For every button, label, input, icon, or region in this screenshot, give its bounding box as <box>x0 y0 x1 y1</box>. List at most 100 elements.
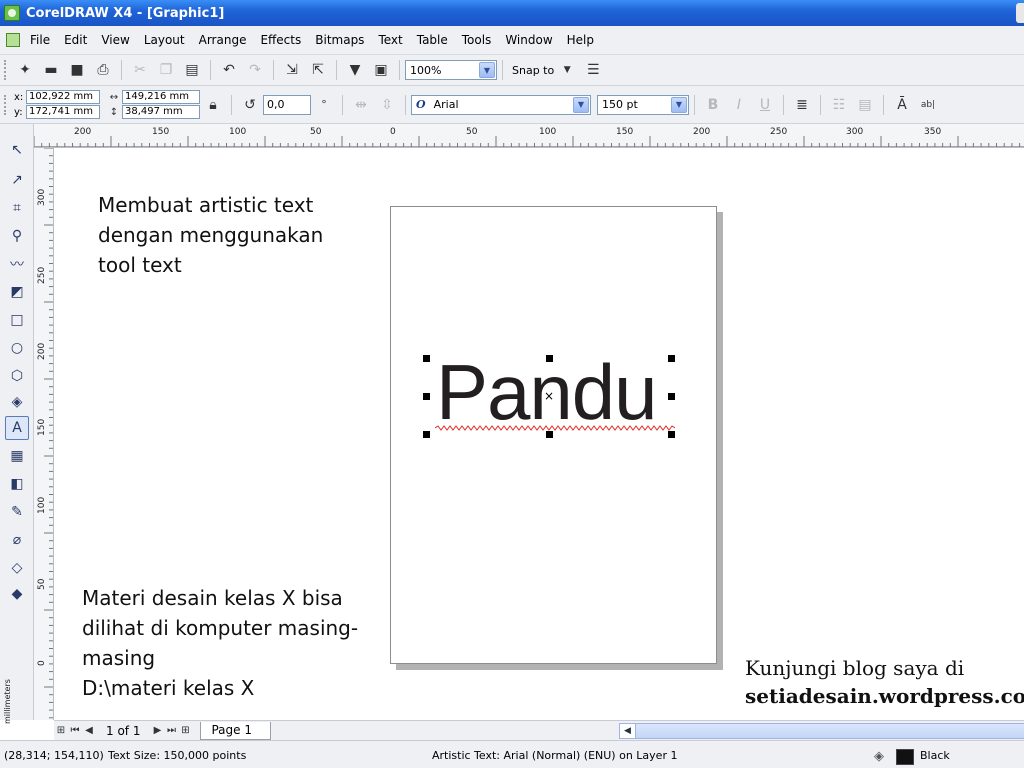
selection-handle-right[interactable] <box>668 393 675 400</box>
welcome-screen-icon[interactable]: ▣ <box>370 59 392 81</box>
materials-note-line: masing <box>82 646 156 670</box>
options-icon[interactable]: ☰ <box>582 59 604 81</box>
interactive-fill-tool-icon[interactable]: ◆ <box>5 582 29 606</box>
shape-tool-icon[interactable]: ↗ <box>5 168 29 192</box>
selection-handle-top-left[interactable] <box>423 355 430 362</box>
menu-effects[interactable]: Effects <box>260 33 301 47</box>
import-icon[interactable]: ⇲ <box>281 59 303 81</box>
zoom-level-combo[interactable]: 100% ▼ <box>405 60 497 80</box>
eyedropper-tool-icon[interactable]: ✎ <box>5 500 29 524</box>
ruler-top-label: 150 <box>152 127 170 137</box>
bullets-icon[interactable]: ☷ <box>828 94 850 116</box>
chevron-down-icon[interactable]: ▼ <box>479 62 495 78</box>
pick-tool-icon[interactable]: ↖ <box>5 138 29 162</box>
menu-view[interactable]: View <box>101 33 129 47</box>
rotation-icon[interactable]: ↺ <box>239 94 261 116</box>
selection-handle-left[interactable] <box>423 393 430 400</box>
menu-file[interactable]: File <box>30 33 50 47</box>
menu-text[interactable]: Text <box>378 33 402 47</box>
next-page-icon[interactable]: ▶ <box>150 725 164 736</box>
add-page-before-icon[interactable]: ⊞ <box>54 725 68 736</box>
smart-fill-tool-icon[interactable]: ◩ <box>5 280 29 304</box>
text-orientation-icon[interactable]: ab| <box>917 94 939 116</box>
chevron-down-icon[interactable]: ▼ <box>556 59 578 81</box>
rotation-angle-input[interactable]: 0,0 <box>263 94 311 115</box>
freehand-tool-icon[interactable]: 〰 <box>5 252 29 276</box>
fill-color-swatch[interactable] <box>896 749 914 765</box>
basic-shapes-tool-icon[interactable]: ◈ <box>5 390 29 414</box>
selection-handle-bottom-left[interactable] <box>423 431 430 438</box>
underline-icon[interactable]: U <box>754 94 776 116</box>
chevron-down-icon[interactable]: ▼ <box>573 96 589 113</box>
font-size-combo[interactable]: 150 pt ▼ <box>597 94 689 115</box>
add-page-after-icon[interactable]: ⊞ <box>178 725 192 736</box>
menu-table[interactable]: Table <box>417 33 448 47</box>
selection-handle-top[interactable] <box>546 355 553 362</box>
toolbar-grip[interactable] <box>4 94 8 115</box>
crop-tool-icon[interactable]: ⌗ <box>5 196 29 220</box>
copy-icon[interactable]: ❐ <box>155 59 177 81</box>
page-tab[interactable]: Page 1 <box>200 721 271 740</box>
menu-layout[interactable]: Layout <box>144 33 185 47</box>
cut-icon[interactable]: ✂ <box>129 59 151 81</box>
horizontal-scrollbar[interactable]: ◀ <box>619 723 1024 739</box>
undo-icon[interactable]: ↶ <box>218 59 240 81</box>
mirror-horizontal-icon[interactable]: ⇹ <box>350 94 372 116</box>
zoom-tool-icon[interactable]: ⚲ <box>5 224 29 248</box>
width-input[interactable]: 149,216 mm <box>122 90 200 104</box>
fill-tool-icon[interactable]: ◇ <box>5 556 29 580</box>
chevron-down-icon[interactable]: ▼ <box>671 96 687 113</box>
new-document-icon[interactable]: ✦ <box>14 59 36 81</box>
print-icon[interactable]: ⎙ <box>92 59 114 81</box>
selection-handle-top-right[interactable] <box>668 355 675 362</box>
menu-tools[interactable]: Tools <box>462 33 492 47</box>
ellipse-tool-icon[interactable]: ○ <box>5 336 29 360</box>
menu-arrange[interactable]: Arrange <box>199 33 247 47</box>
menu-bitmaps[interactable]: Bitmaps <box>315 33 364 47</box>
document-icon[interactable] <box>6 33 20 47</box>
toolbar-grip[interactable] <box>4 60 8 80</box>
font-name-value: Arial <box>433 98 459 111</box>
ruler-top-label: 50 <box>310 127 322 137</box>
lock-ratio-icon[interactable]: 🔒︎ <box>202 94 224 116</box>
previous-page-icon[interactable]: ◀ <box>82 725 96 736</box>
font-list-combo[interactable]: O Arial ▼ <box>411 94 591 115</box>
selection-handle-bottom-right[interactable] <box>668 431 675 438</box>
vertical-ruler[interactable]: 300 250 200 150 100 50 0 <box>34 148 54 720</box>
y-position-input[interactable]: 172,741 mm <box>26 105 100 119</box>
polygon-tool-icon[interactable]: ⬡ <box>5 364 29 388</box>
center-marker-icon: × <box>544 389 555 403</box>
height-input[interactable]: 38,497 mm <box>122 105 200 119</box>
drawing-canvas[interactable]: Membuat artistic text dengan menggunakan… <box>55 149 1024 720</box>
outline-tool-icon[interactable]: ⌀ <box>5 528 29 552</box>
table-tool-icon[interactable]: ▦ <box>5 444 29 468</box>
text-tool-icon[interactable]: A <box>5 416 29 440</box>
rectangle-tool-icon[interactable]: □ <box>5 308 29 332</box>
x-position-input[interactable]: 102,922 mm <box>26 90 100 104</box>
paste-icon[interactable]: ▤ <box>181 59 203 81</box>
save-icon[interactable]: ■ <box>66 59 88 81</box>
selection-handle-bottom[interactable] <box>546 431 553 438</box>
interactive-blend-tool-icon[interactable]: ◧ <box>5 472 29 496</box>
edit-text-icon[interactable]: Ā <box>891 94 913 116</box>
last-page-icon[interactable]: ⏭ <box>164 725 178 736</box>
redo-icon[interactable]: ↷ <box>244 59 266 81</box>
open-folder-icon[interactable]: ▬ <box>40 59 62 81</box>
menu-window[interactable]: Window <box>505 33 552 47</box>
application-launcher-icon[interactable]: ▼ <box>344 59 366 81</box>
first-page-icon[interactable]: ⏮ <box>68 725 82 736</box>
bold-icon[interactable]: B <box>702 94 724 116</box>
mirror-vertical-icon[interactable]: ⇳ <box>376 94 398 116</box>
ruler-top-label: 200 <box>693 127 711 137</box>
coreldraw-app-icon[interactable] <box>4 5 20 21</box>
drop-cap-icon[interactable]: ▤ <box>854 94 876 116</box>
export-icon[interactable]: ⇱ <box>307 59 329 81</box>
horizontal-ruler[interactable]: 200 150 100 50 0 50 100 150 200 250 300 … <box>34 124 1024 148</box>
snap-to-button[interactable]: Snap to <box>512 64 554 77</box>
scroll-left-icon[interactable]: ◀ <box>620 724 636 738</box>
window-controls[interactable] <box>1016 3 1024 23</box>
menu-help[interactable]: Help <box>567 33 594 47</box>
horizontal-alignment-icon[interactable]: ≣ <box>791 94 813 116</box>
italic-icon[interactable]: I <box>728 94 750 116</box>
menu-edit[interactable]: Edit <box>64 33 87 47</box>
